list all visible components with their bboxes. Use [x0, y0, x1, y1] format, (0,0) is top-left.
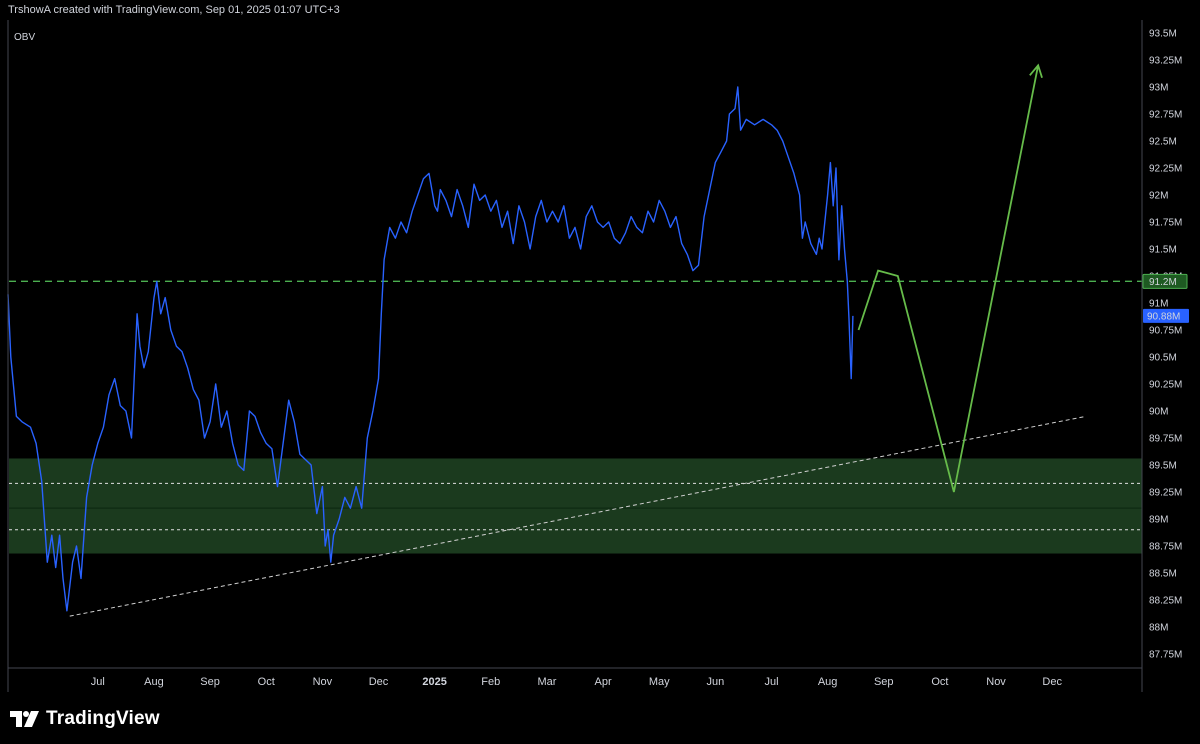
x-tick-label: May — [649, 676, 670, 688]
y-tick-label: 88.5M — [1149, 568, 1177, 579]
tradingview-logo[interactable]: TradingView — [10, 706, 160, 732]
y-tick-label: 92.25M — [1149, 163, 1182, 174]
y-tick-label: 89.25M — [1149, 487, 1182, 498]
x-tick-label: Mar — [537, 676, 556, 688]
x-tick-label: Apr — [595, 676, 612, 688]
y-tick-label: 90.25M — [1149, 379, 1182, 390]
demand-zone — [9, 458, 1142, 554]
y-tick-label: 91M — [1149, 298, 1168, 309]
last-value-label: 90.88M — [1147, 311, 1180, 322]
y-tick-label: 90.75M — [1149, 325, 1182, 336]
obv-chart[interactable]: OBV 87.75M88M88.25M88.5M88.75M89M89.25M8… — [0, 0, 1200, 700]
x-tick-label: Aug — [818, 676, 838, 688]
x-tick-label: Nov — [313, 676, 333, 688]
y-tick-label: 93.5M — [1149, 28, 1177, 39]
plot-background — [8, 20, 1142, 692]
x-tick-label: Dec — [369, 676, 389, 688]
y-tick-label: 89.5M — [1149, 460, 1177, 471]
y-tick-label: 91.75M — [1149, 217, 1182, 228]
x-tick-label: Jul — [91, 676, 105, 688]
y-tick-label: 92.5M — [1149, 136, 1177, 147]
y-tick-label: 87.75M — [1149, 649, 1182, 660]
x-tick-label: Dec — [1042, 676, 1062, 688]
x-tick-label: Jun — [706, 676, 724, 688]
x-tick-label: Oct — [931, 676, 948, 688]
y-tick-label: 92M — [1149, 190, 1168, 201]
x-tick-label: 2025 — [422, 676, 446, 688]
x-tick-label: Feb — [481, 676, 500, 688]
y-tick-label: 88M — [1149, 622, 1168, 633]
y-tick-label: 88.25M — [1149, 595, 1182, 606]
y-tick-label: 92.75M — [1149, 109, 1182, 120]
y-tick-label: 90.5M — [1149, 352, 1177, 363]
tradingview-wordmark: TradingView — [46, 708, 160, 729]
y-tick-label: 89M — [1149, 514, 1168, 525]
y-tick-label: 90M — [1149, 406, 1168, 417]
y-tick-label: 93M — [1149, 82, 1168, 93]
x-tick-label: Nov — [986, 676, 1006, 688]
y-tick-label: 91.5M — [1149, 244, 1177, 255]
x-tick-label: Sep — [874, 676, 894, 688]
x-tick-label: Oct — [258, 676, 275, 688]
x-tick-label: Jul — [764, 676, 778, 688]
y-tick-label: 93.25M — [1149, 55, 1182, 66]
level-price-label: 91.2M — [1149, 277, 1177, 288]
x-tick-label: Aug — [144, 676, 164, 688]
y-tick-label: 88.75M — [1149, 541, 1182, 552]
price-axis[interactable]: 87.75M 88M 88.25M 88.5M 88.75M 89M 89.25M 89.5M… — [1149, 28, 1182, 660]
x-tick-label: Sep — [200, 676, 220, 688]
tradingview-logo-icon — [10, 711, 39, 727]
pane-label-obv: OBV — [14, 32, 35, 43]
y-tick-label: 89.75M — [1149, 433, 1182, 444]
